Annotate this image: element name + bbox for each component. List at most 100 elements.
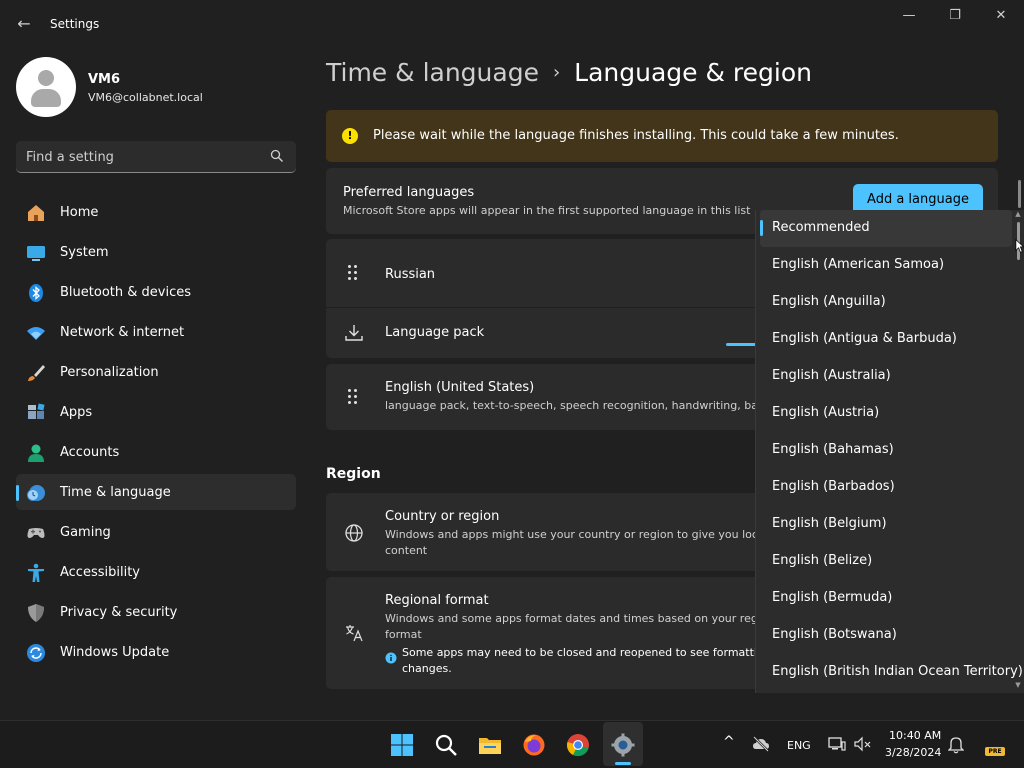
user-name: VM6: [88, 72, 121, 87]
app-title: Settings: [50, 17, 100, 31]
user-email: VM6@collabnet.local: [88, 91, 203, 104]
sidebar-item-label: Apps: [60, 405, 93, 420]
sidebar-item-system[interactable]: System: [16, 234, 296, 270]
warning-icon: !: [342, 128, 358, 144]
close-button[interactable]: ✕: [978, 6, 1024, 26]
dropdown-item-label: English (Belgium): [772, 516, 887, 531]
sidebar-item-label: Personalization: [60, 365, 159, 380]
input-language-indicator[interactable]: ENG: [787, 739, 811, 752]
dropdown-item[interactable]: English (Belgium): [756, 506, 1011, 543]
speaker-muted-icon[interactable]: [854, 736, 872, 752]
language-features: language pack, text-to-speech, speech re…: [385, 399, 764, 412]
file-explorer-icon[interactable]: [478, 733, 502, 757]
regional-format-title: Regional format: [385, 593, 489, 608]
settings-gear-icon[interactable]: [611, 733, 635, 757]
cloud-offline-icon[interactable]: [752, 736, 770, 752]
dropdown-item-label: English (Australia): [772, 368, 891, 383]
search-icon[interactable]: [270, 149, 284, 163]
dropdown-item[interactable]: English (Antigua & Barbuda): [756, 321, 1011, 358]
sidebar-item-privacy[interactable]: Privacy & security: [16, 594, 296, 630]
dropdown-item[interactable]: English (Belize): [756, 543, 1011, 580]
language-dropdown-list[interactable]: Recommended English (American Samoa) Eng…: [755, 210, 1024, 693]
info-icon: [385, 652, 397, 664]
sidebar-item-label: Accounts: [60, 445, 120, 460]
sidebar-item-accounts[interactable]: Accounts: [16, 434, 296, 470]
sidebar-item-apps[interactable]: Apps: [16, 394, 296, 430]
sidebar-item-network[interactable]: Network & internet: [16, 314, 296, 350]
country-region-subtitle: Windows and apps might use your country …: [385, 528, 758, 541]
clock-time[interactable]: 10:40 AM: [889, 729, 941, 742]
home-icon: [28, 205, 44, 221]
brush-icon: [28, 365, 45, 381]
dropdown-item[interactable]: English (Bermuda): [756, 580, 1011, 617]
maximize-button[interactable]: ❐: [932, 6, 978, 26]
search-icon[interactable]: [434, 733, 458, 757]
sidebar-item-label: Gaming: [60, 525, 111, 540]
sidebar-item-home[interactable]: Home: [16, 194, 296, 230]
wifi-icon: [27, 327, 45, 340]
dropdown-item[interactable]: English (Austria): [756, 395, 1011, 432]
dropdown-item-label: English (Anguilla): [772, 294, 886, 309]
dropdown-item[interactable]: English (Australia): [756, 358, 1011, 395]
accessibility-icon: [28, 563, 44, 582]
drag-handle-icon[interactable]: [348, 265, 360, 281]
scroll-down-icon[interactable]: ▼: [1014, 681, 1022, 689]
scroll-up-icon[interactable]: ▲: [1014, 210, 1022, 218]
sidebar-item-label: Network & internet: [60, 325, 185, 340]
sidebar-item-personalization[interactable]: Personalization: [16, 354, 296, 390]
page-title: Language & region: [574, 58, 813, 87]
sidebar-item-bluetooth[interactable]: Bluetooth & devices: [16, 274, 296, 310]
system-icon: [27, 246, 45, 261]
network-icon[interactable]: [828, 736, 846, 752]
dropdown-scrollbar[interactable]: ▲ ▼: [1012, 210, 1024, 693]
sidebar-item-label: System: [60, 245, 109, 260]
install-warning-banner: ! Please wait while the language finishe…: [326, 110, 998, 162]
chrome-icon[interactable]: [566, 733, 590, 757]
time-language-icon: [27, 485, 45, 501]
search-input[interactable]: [26, 148, 266, 166]
dropdown-item[interactable]: Recommended: [760, 210, 1012, 247]
avatar[interactable]: [16, 57, 76, 117]
update-icon: [27, 644, 45, 662]
start-icon[interactable]: [390, 733, 414, 757]
country-region-subtitle-cont: content: [385, 544, 428, 557]
avatar-head: [38, 70, 54, 86]
accounts-icon: [28, 444, 44, 462]
sidebar-item-windows-update[interactable]: Windows Update: [16, 634, 296, 670]
dropdown-item-label: English (Austria): [772, 405, 880, 420]
sidebar-item-time-language[interactable]: Time & language: [16, 474, 296, 510]
dropdown-item[interactable]: English (Barbados): [756, 469, 1011, 506]
dropdown-item[interactable]: English (Botswana): [756, 617, 1011, 654]
sidebar-item-label: Privacy & security: [60, 605, 178, 620]
download-icon: [345, 325, 363, 341]
back-button[interactable]: ←: [14, 14, 34, 34]
clock-date[interactable]: 3/28/2024: [885, 746, 941, 759]
mouse-cursor-icon: [1015, 238, 1024, 253]
drag-handle-icon[interactable]: [348, 389, 360, 405]
dropdown-item[interactable]: English (British Indian Ocean Territory): [756, 654, 1023, 691]
globe-icon: [345, 524, 363, 542]
breadcrumb-parent[interactable]: Time & language: [326, 58, 539, 87]
dropdown-item[interactable]: English (American Samoa): [756, 247, 1011, 284]
search-box[interactable]: [16, 141, 296, 173]
language-name: Russian: [385, 267, 436, 282]
firefox-icon[interactable]: [522, 733, 546, 757]
title-bar: ← Settings — ❐ ✕: [0, 0, 1024, 48]
minimize-button[interactable]: —: [886, 6, 932, 26]
dropdown-item-label: English (Botswana): [772, 627, 897, 642]
sidebar-item-gaming[interactable]: Gaming: [16, 514, 296, 550]
language-name: English (United States): [385, 380, 535, 395]
language-pack-progress-bar: [726, 343, 756, 346]
sidebar-item-accessibility[interactable]: Accessibility: [16, 554, 296, 590]
sidebar-item-label: Accessibility: [60, 565, 140, 580]
dropdown-item[interactable]: English (Anguilla): [756, 284, 1011, 321]
dropdown-item-label: English (Bermuda): [772, 590, 893, 605]
regional-format-subtitle-cont: format: [385, 628, 422, 641]
dropdown-item-label: English (American Samoa): [772, 257, 945, 272]
preview-build-badge: PRE: [985, 747, 1005, 756]
tray-overflow-chevron[interactable]: ^: [723, 734, 735, 750]
main-scrollbar[interactable]: [1018, 180, 1021, 208]
breadcrumb-separator: ›: [552, 62, 561, 83]
notification-bell-icon[interactable]: [948, 736, 964, 754]
dropdown-item[interactable]: English (Bahamas): [756, 432, 1011, 469]
